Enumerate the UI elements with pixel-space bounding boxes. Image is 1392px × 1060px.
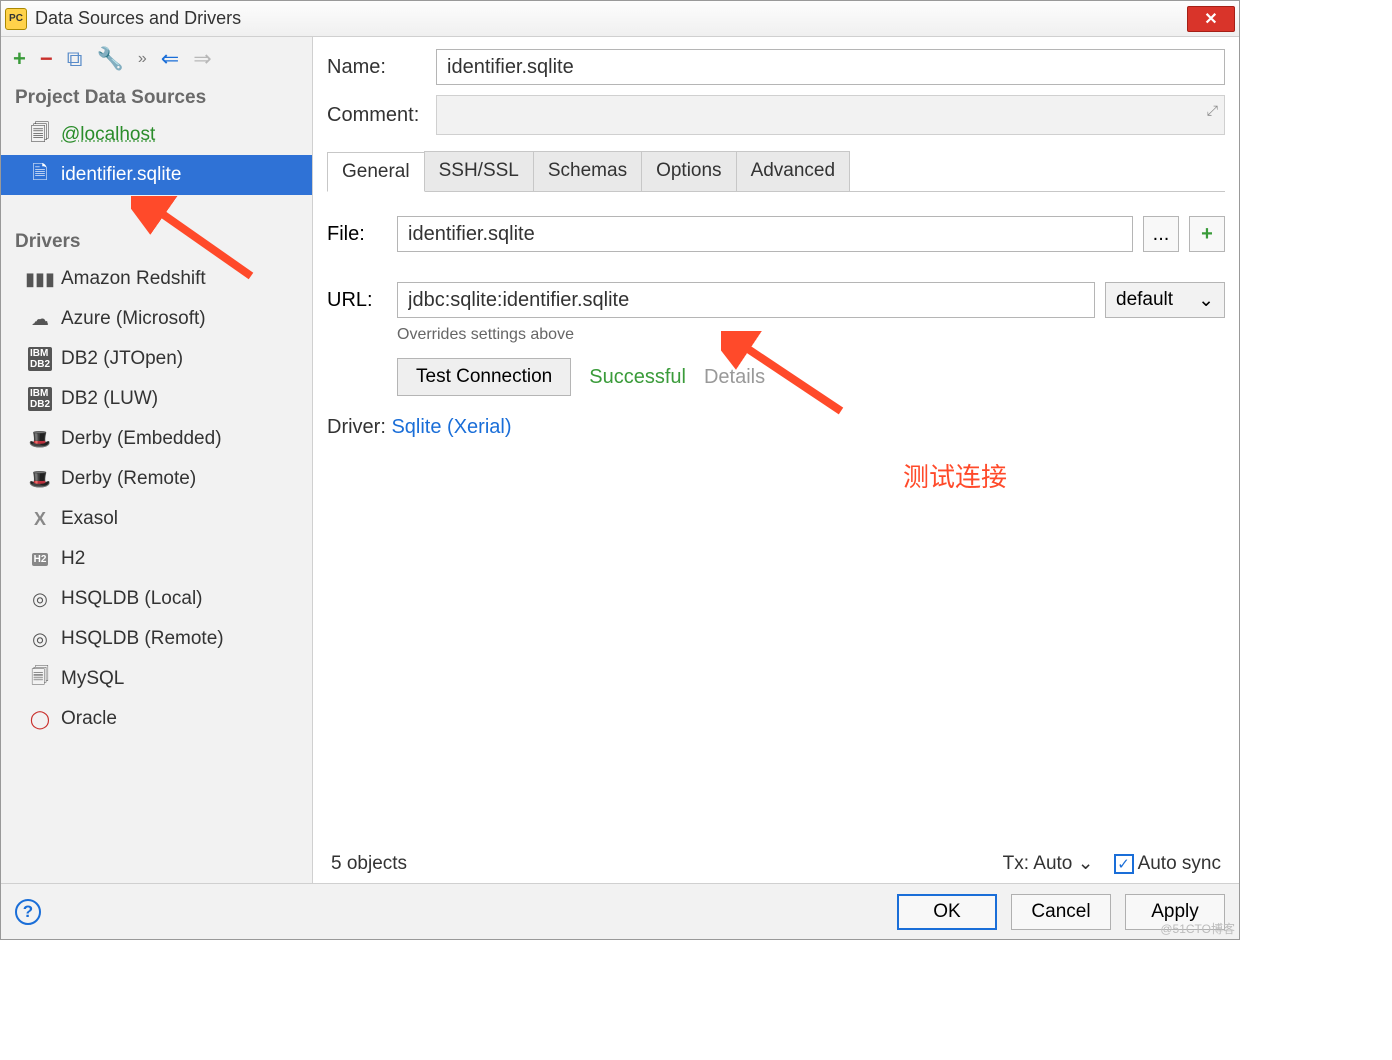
test-status: Successful [589,366,686,389]
sources-header: Project Data Sources [1,81,312,115]
database-icon: 🗐 [29,124,51,146]
driver-label: Derby (Remote) [61,468,196,490]
driver-label: DB2 (LUW) [61,388,158,410]
db2-icon: IBMDB2 [29,348,51,370]
driver-item[interactable]: 🎩 Derby (Embedded) [1,419,312,459]
source-item-identifier[interactable]: 🗎 identifier.sqlite [1,155,312,195]
back-icon[interactable]: ⇐ [161,46,179,72]
file-label: File: [327,223,387,246]
ok-button[interactable]: OK [897,894,997,930]
driver-label: HSQLDB (Remote) [61,628,224,650]
object-count: 5 objects [331,853,407,875]
autosync-toggle[interactable]: ✓ Auto sync [1114,853,1221,875]
tree: 🗐 @localhost 🗎 identifier.sqlite Drivers… [1,115,312,883]
name-input[interactable] [436,49,1225,85]
expand-icon[interactable]: ⤢ [1207,102,1218,119]
driver-label: MySQL [61,668,124,690]
redshift-icon: ▮▮▮ [29,268,51,290]
annotation-text: 测试连接 [903,457,1007,494]
driver-item[interactable]: ▮▮▮ Amazon Redshift [1,259,312,299]
sqlite-icon: 🗎 [29,164,51,186]
url-input[interactable] [397,282,1095,318]
tab-bar: General SSH/SSL Schemas Options Advanced [327,151,1225,192]
driver-item[interactable]: H2 H2 [1,539,312,579]
driver-item[interactable]: 🎩 Derby (Remote) [1,459,312,499]
cancel-button[interactable]: Cancel [1011,894,1111,930]
tab-general[interactable]: General [327,152,425,192]
driver-label: Oracle [61,708,117,730]
name-label: Name: [327,56,422,79]
left-toolbar: + − ⧉ 🔧 » ⇐ ⇒ [1,37,312,81]
url-mode-value: default [1116,289,1173,311]
source-item-localhost[interactable]: 🗐 @localhost [1,115,312,155]
driver-label: Azure (Microsoft) [61,308,206,330]
mysql-icon: 🗐 [29,668,51,690]
driver-item[interactable]: 🗐 MySQL [1,659,312,699]
tab-ssh[interactable]: SSH/SSL [424,151,534,191]
add-file-button[interactable]: + [1189,216,1225,252]
add-icon[interactable]: + [13,46,26,72]
title-bar: PC Data Sources and Drivers ✕ [1,1,1239,37]
source-item-label: @localhost [61,124,155,146]
hsqldb-icon: ◎ [29,628,51,650]
copy-icon[interactable]: ⧉ [67,46,83,72]
file-input[interactable] [397,216,1133,252]
tab-body: File: ... + URL: default ⌄ Overrides set… [327,202,1225,883]
checkbox-icon: ✓ [1114,854,1134,874]
url-label: URL: [327,289,387,312]
chevron-down-icon: ⌄ [1078,853,1094,874]
more-icon[interactable]: » [138,50,147,68]
remove-icon[interactable]: − [40,46,53,72]
driver-row: Driver: Sqlite (Xerial) [327,416,1225,439]
driver-label: Driver: [327,416,386,438]
driver-label: Exasol [61,508,118,530]
driver-item[interactable]: X Exasol [1,499,312,539]
details-link[interactable]: Details [704,366,765,389]
azure-icon: ☁ [29,308,51,330]
driver-label: HSQLDB (Local) [61,588,203,610]
app-icon: PC [5,8,27,30]
db2-icon: IBMDB2 [29,388,51,410]
driver-item[interactable]: ◯ Oracle [1,699,312,739]
right-panel: Name: Comment: ⤢ General SSH/SSL Schemas… [313,37,1239,883]
url-mode-select[interactable]: default ⌄ [1105,282,1225,318]
driver-label: Amazon Redshift [61,268,206,290]
driver-item[interactable]: ◎ HSQLDB (Local) [1,579,312,619]
left-panel: + − ⧉ 🔧 » ⇐ ⇒ Project Data Sources 🗐 @lo… [1,37,313,883]
oracle-icon: ◯ [29,708,51,730]
tab-advanced[interactable]: Advanced [736,151,851,191]
driver-item[interactable]: ☁ Azure (Microsoft) [1,299,312,339]
autosync-label: Auto sync [1138,853,1221,875]
forward-icon[interactable]: ⇒ [193,46,211,72]
driver-link[interactable]: Sqlite (Xerial) [391,416,511,438]
driver-label: H2 [61,548,85,570]
driver-item[interactable]: IBMDB2 DB2 (JTOpen) [1,339,312,379]
browse-button[interactable]: ... [1143,216,1179,252]
derby-icon: 🎩 [29,468,51,490]
comment-input[interactable]: ⤢ [436,95,1225,135]
driver-label: Derby (Embedded) [61,428,222,450]
test-connection-button[interactable]: Test Connection [397,358,571,396]
source-item-label: identifier.sqlite [61,164,181,186]
comment-label: Comment: [327,104,422,127]
url-hint: Overrides settings above [397,326,1225,344]
tx-mode[interactable]: Tx: Auto ⌄ [1003,852,1094,875]
button-bar: ? OK Cancel Apply [1,883,1239,939]
tab-options[interactable]: Options [641,151,736,191]
watermark: @51CTO博客 [1160,920,1235,937]
tab-schemas[interactable]: Schemas [533,151,642,191]
help-button[interactable]: ? [15,899,41,925]
exasol-icon: X [29,508,51,530]
derby-icon: 🎩 [29,428,51,450]
window-title: Data Sources and Drivers [35,8,241,29]
settings-icon[interactable]: 🔧 [96,46,123,72]
chevron-down-icon: ⌄ [1198,289,1214,312]
driver-item[interactable]: IBMDB2 DB2 (LUW) [1,379,312,419]
driver-label: DB2 (JTOpen) [61,348,183,370]
drivers-header: Drivers [1,225,312,259]
h2-icon: H2 [29,548,51,570]
close-button[interactable]: ✕ [1187,6,1235,32]
driver-item[interactable]: ◎ HSQLDB (Remote) [1,619,312,659]
hsqldb-icon: ◎ [29,588,51,610]
